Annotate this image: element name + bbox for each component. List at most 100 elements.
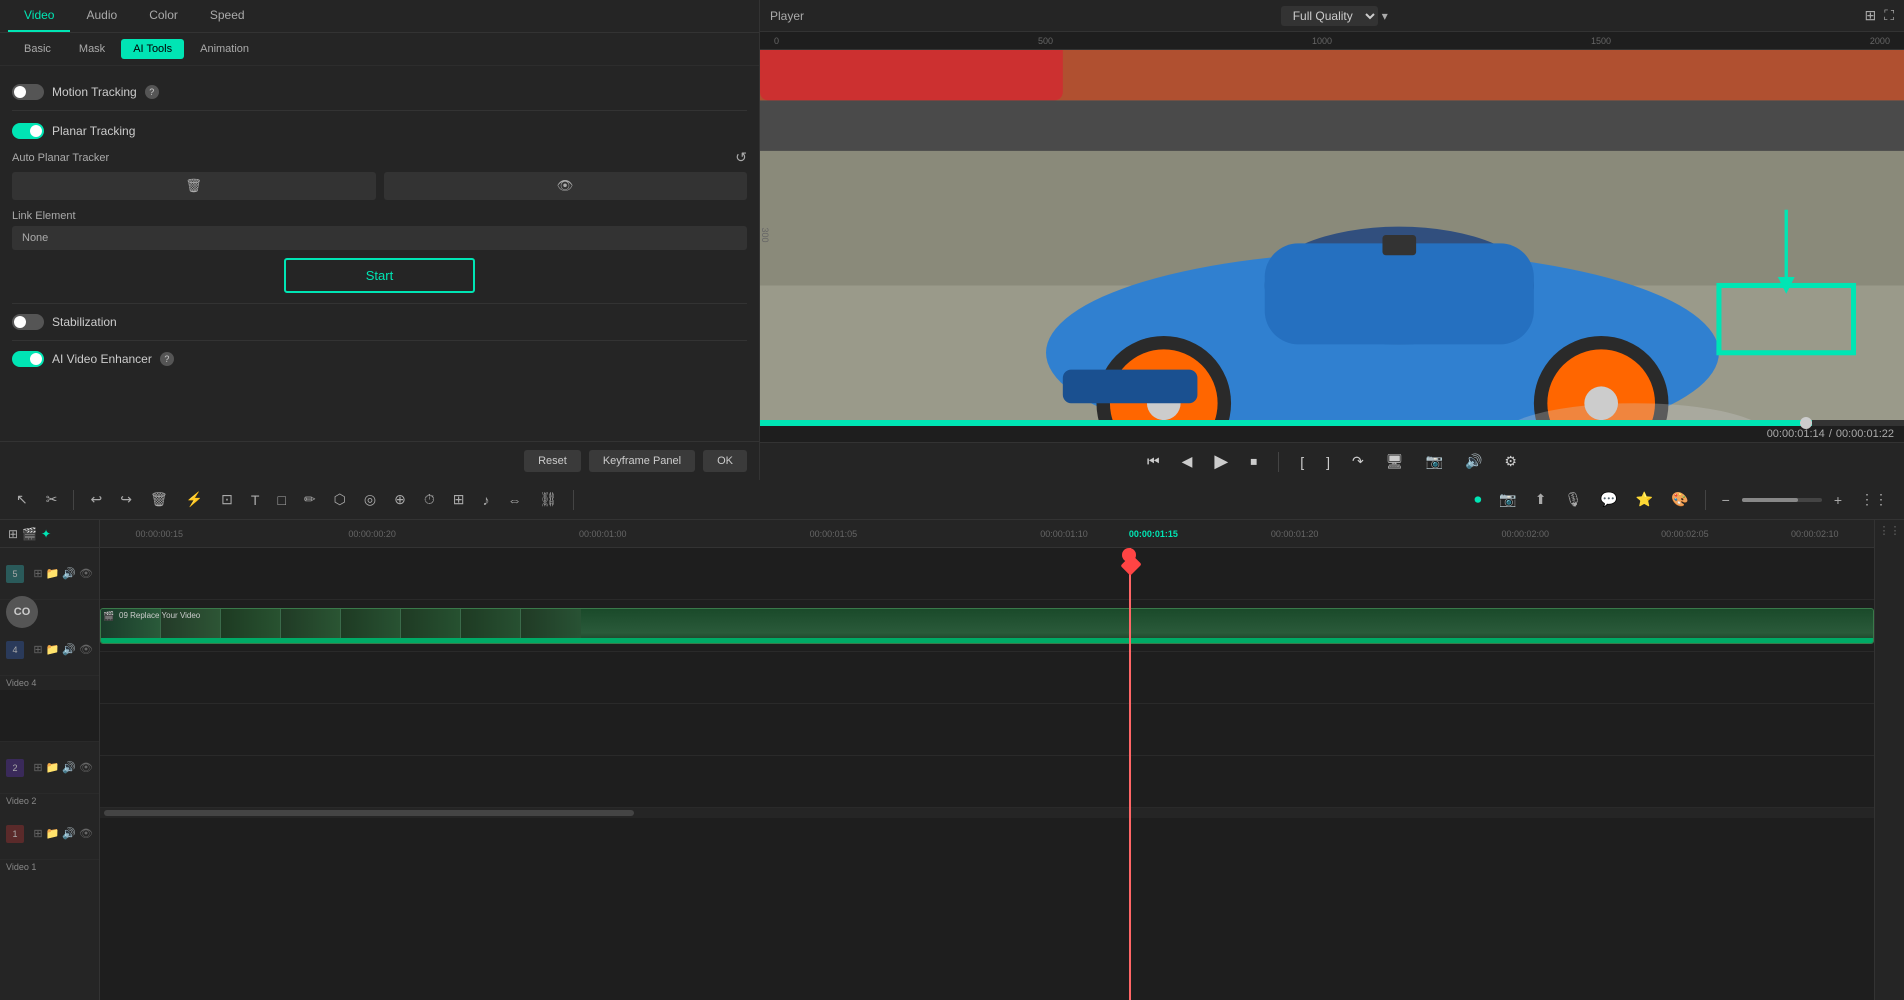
redo-btn[interactable]: ↪ xyxy=(114,487,138,512)
track2-audio-btn[interactable]: 🔊 xyxy=(62,761,76,774)
zoom-pan-tool[interactable]: ⊕ xyxy=(388,487,412,512)
timeline-scrollbar-thumb[interactable] xyxy=(104,810,634,816)
stabilization-toggle[interactable] xyxy=(12,314,44,330)
track5-eye-btn[interactable]: 👁 xyxy=(79,567,93,580)
track2-row xyxy=(100,704,1874,756)
settings-btn[interactable]: ⚙ xyxy=(1499,451,1522,472)
track2-label: Video 2 xyxy=(0,794,99,808)
track2-folder-btn[interactable]: 📁 xyxy=(46,761,60,774)
stop-button[interactable]: ⏹ xyxy=(1245,451,1262,472)
track2-add-btn[interactable]: ⊞ xyxy=(33,761,42,774)
select-all-tool[interactable]: ⊞ xyxy=(447,487,471,512)
mic-icon[interactable]: ⏺ xyxy=(1468,487,1487,512)
divider-1 xyxy=(12,110,747,111)
tracker-eye-btn[interactable]: 👁 xyxy=(384,172,748,200)
crop-tool[interactable]: ⊡ xyxy=(215,487,239,512)
ai-video-enhancer-help[interactable]: ? xyxy=(160,352,174,366)
auto-planar-tracker-reset[interactable]: ↺ xyxy=(735,149,747,166)
sub-tab-mask[interactable]: Mask xyxy=(67,39,117,59)
timeline-media-btn[interactable]: 🎬 xyxy=(22,527,37,541)
cursor-tool[interactable]: ↖ xyxy=(10,487,34,512)
more-options-btn[interactable]: ⋮⋮ xyxy=(1854,487,1894,512)
player-fullscreen-icon[interactable]: ⛶ xyxy=(1884,7,1894,24)
player-progress-bar[interactable] xyxy=(760,420,1904,426)
ok-button[interactable]: OK xyxy=(703,450,747,472)
track4-controls: ⊞ 📁 🔊 👁 xyxy=(33,643,93,656)
player-panel: Player Full Quality 1/2 Quality 1/4 Qual… xyxy=(760,0,1904,480)
reset-button[interactable]: Reset xyxy=(524,450,581,472)
audio-tool[interactable]: ♪ xyxy=(477,488,496,512)
track1-eye-btn[interactable]: 👁 xyxy=(79,827,93,840)
brush-tool[interactable]: ✏ xyxy=(298,487,322,512)
polygon-tool[interactable]: ⬡ xyxy=(328,487,352,512)
track1-audio-btn[interactable]: 🔊 xyxy=(62,827,76,840)
bracket-left-btn[interactable]: [ xyxy=(1295,452,1309,472)
planar-tracking-toggle[interactable] xyxy=(12,123,44,139)
track4-audio-btn[interactable]: 🔊 xyxy=(62,643,76,656)
delete-btn[interactable]: 🗑 xyxy=(144,487,174,512)
volume-btn[interactable]: 🔊 xyxy=(1460,451,1487,472)
track2-eye-btn[interactable]: 👁 xyxy=(79,761,93,774)
tab-color[interactable]: Color xyxy=(133,0,194,32)
start-button[interactable]: Start xyxy=(284,258,475,293)
scale-tool[interactable]: ⇔ xyxy=(502,488,528,512)
mini-more-icon[interactable]: ⋮⋮ xyxy=(1879,524,1901,537)
motion-tracking-help[interactable]: ? xyxy=(145,85,159,99)
zoom-out-btn[interactable]: − xyxy=(1716,488,1736,512)
camera-btn[interactable]: 📷 xyxy=(1421,451,1448,472)
track4-add-btn[interactable]: ⊞ xyxy=(33,643,42,656)
ruler-numbers: 0 500 1000 1500 2000 xyxy=(764,36,1900,46)
zoom-in-btn[interactable]: + xyxy=(1828,488,1848,512)
forward-frame-btn[interactable]: ↷ xyxy=(1347,451,1369,472)
step-back-button[interactable]: ⏮ xyxy=(1142,451,1165,472)
link-element-select[interactable]: None xyxy=(12,226,747,250)
link-element-label: Link Element xyxy=(12,210,747,222)
keyframe-panel-button[interactable]: Keyframe Panel xyxy=(589,450,695,472)
zoom-slider[interactable] xyxy=(1742,498,1822,502)
sub-tab-aitools[interactable]: AI Tools xyxy=(121,39,184,59)
sub-tab-basic[interactable]: Basic xyxy=(12,39,63,59)
play-button[interactable]: ▶ xyxy=(1209,449,1233,474)
player-grid-icon[interactable]: ⊞ xyxy=(1864,7,1876,24)
timeline-add-btn[interactable]: ⊞ xyxy=(8,527,18,541)
quality-select[interactable]: Full Quality 1/2 Quality 1/4 Quality xyxy=(1281,6,1378,26)
start-btn-wrap: Start xyxy=(12,258,747,293)
record-icon[interactable]: 🎙 xyxy=(1559,487,1589,512)
timeline-magic-btn[interactable]: ✦ xyxy=(41,527,51,541)
import-icon[interactable]: ⬆ xyxy=(1529,487,1553,512)
track5-audio-btn[interactable]: 🔊 xyxy=(62,567,76,580)
track4-clip[interactable]: 🎬 09 Replace Your Video xyxy=(100,608,1874,644)
cut-tool[interactable]: ✂ xyxy=(40,487,64,512)
clip-name: 09 Replace Your Video xyxy=(119,611,200,620)
filter-icon[interactable]: 🎨 xyxy=(1665,487,1694,512)
ruler-2000: 2000 xyxy=(1870,36,1890,46)
track5-folder-btn[interactable]: 📁 xyxy=(46,567,60,580)
split-btn[interactable]: ⚡ xyxy=(180,487,209,512)
sticker-icon[interactable]: ⭐ xyxy=(1630,487,1659,512)
rect-tool[interactable]: □ xyxy=(271,488,291,512)
sub-tab-animation[interactable]: Animation xyxy=(188,39,261,59)
track-tool[interactable]: ◎ xyxy=(358,487,382,512)
subtitle-icon[interactable]: 💬 xyxy=(1594,487,1623,512)
ai-video-enhancer-toggle[interactable] xyxy=(12,351,44,367)
track4-folder-btn[interactable]: 📁 xyxy=(46,643,60,656)
track1-folder-btn[interactable]: 📁 xyxy=(46,827,60,840)
speed-tool[interactable]: ⏱ xyxy=(418,487,441,512)
motion-tracking-toggle[interactable] xyxy=(12,84,44,100)
tab-audio[interactable]: Audio xyxy=(70,0,133,32)
bracket-right-btn[interactable]: ] xyxy=(1321,452,1335,472)
player-time-display: 00:00:01:14 / 00:00:01:22 xyxy=(760,426,1904,442)
tab-speed[interactable]: Speed xyxy=(194,0,261,32)
play-back-button[interactable]: ◀ xyxy=(1177,451,1198,472)
link-tool[interactable]: ⛓ xyxy=(534,487,564,512)
track4-eye-btn[interactable]: 👁 xyxy=(79,643,93,656)
motion-tracking-row: Motion Tracking ? xyxy=(12,84,747,100)
tab-video[interactable]: Video xyxy=(8,0,70,32)
screen-btn[interactable]: 🖥 xyxy=(1381,451,1409,472)
text-tool[interactable]: T xyxy=(245,488,266,512)
undo-btn[interactable]: ↩ xyxy=(84,487,108,512)
tracker-delete-btn[interactable]: 🗑 xyxy=(12,172,376,200)
track5-add-btn[interactable]: ⊞ xyxy=(33,567,42,580)
camera2-icon[interactable]: 📷 xyxy=(1493,487,1522,512)
track1-add-btn[interactable]: ⊞ xyxy=(33,827,42,840)
